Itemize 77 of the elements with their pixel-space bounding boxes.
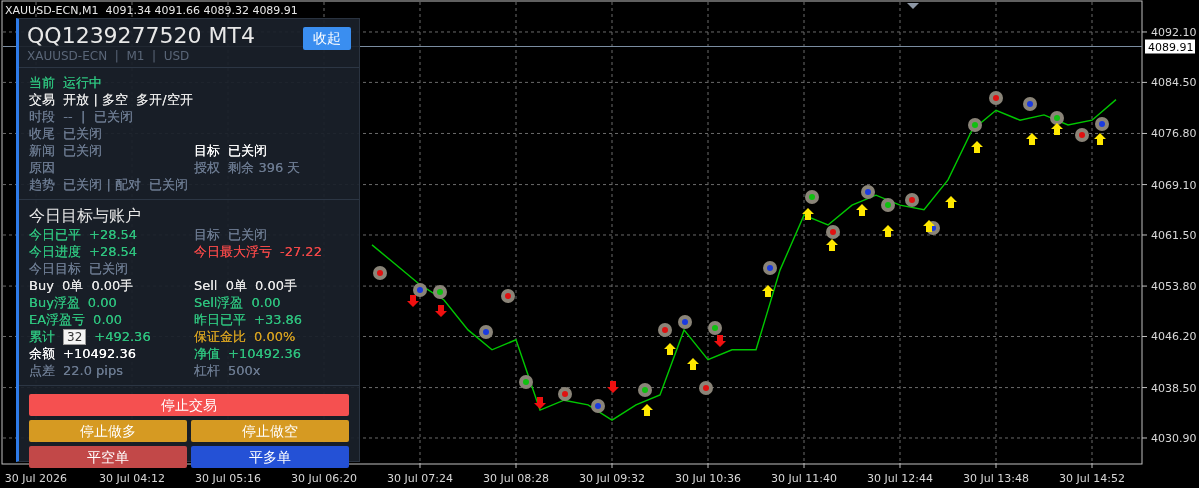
time-axis-label: 30 Jul 13:48 — [963, 472, 1029, 485]
price-axis-label: 4030.90 — [1151, 432, 1197, 445]
time-axis-label: 30 Jul 04:12 — [99, 472, 165, 485]
tooltip: 32 — [63, 328, 87, 345]
stat-value: 0.00 — [251, 294, 281, 311]
collapse-button[interactable]: 收起 — [303, 27, 351, 50]
stat-value: 已关闭 — [89, 260, 128, 277]
stat-value: 0.00% — [254, 328, 296, 345]
status-text: 当前 运行中 — [29, 74, 104, 91]
current-price-label: 4089.91 — [1145, 39, 1195, 54]
time-axis-label: 30 Jul 10:36 — [675, 472, 741, 485]
action-button[interactable]: 停止做空 — [191, 420, 349, 442]
stat-label: 余额 — [29, 345, 55, 362]
stat-label: 保证金比 — [194, 328, 246, 345]
time-axis-label: 30 Jul 05:16 — [195, 472, 261, 485]
stat-value: 0.00手 — [255, 277, 297, 294]
panel-title: QQ1239277520 MT4 — [27, 23, 255, 49]
stat-value: +28.54 — [89, 226, 138, 243]
price-axis-label: 4053.80 — [1151, 280, 1197, 294]
price-axis-label: 4046.20 — [1151, 330, 1197, 344]
stat-value: +10492.36 — [63, 345, 136, 362]
chart-symbol-header: XAUUSD-ECN,M1 4091.34 4091.66 4089.32 4089.91 — [5, 4, 298, 17]
action-button[interactable]: 平空单 — [29, 446, 187, 468]
stat-value: 已关闭 — [228, 226, 267, 243]
stat-label: 净值 — [194, 345, 220, 362]
time-axis-label: 30 Jul 12:44 — [867, 472, 933, 485]
action-button[interactable]: 平多单 — [191, 446, 349, 468]
price-axis-label: 4084.50 — [1151, 76, 1197, 90]
status-text: 新闻 已关闭 — [29, 142, 104, 159]
price-axis-label: 4061.50 — [1151, 229, 1197, 242]
stat-value: +28.54 — [89, 243, 138, 260]
stat-label: Buy浮盈 — [29, 294, 80, 311]
stat-label: 目标 — [194, 226, 220, 243]
action-button[interactable]: 停止交易 — [29, 394, 349, 416]
stat-label: 累计 — [29, 328, 55, 345]
action-button[interactable]: 停止做多 — [29, 420, 187, 442]
status-text: 交易 开放 | 多空 多开/空开 — [29, 91, 194, 108]
status-text: 收尾 已关闭 — [29, 125, 104, 142]
time-axis-label: 30 Jul 09:32 — [579, 472, 645, 485]
stat-value: +10492.36 — [228, 345, 301, 362]
stat-value: +492.36 — [94, 328, 151, 345]
status-text: 时段 -- | 已关闭 — [29, 108, 134, 125]
price-axis-label: 4076.80 — [1151, 127, 1197, 141]
panel-subtitle: XAUUSD-ECN | M1 | USD — [27, 49, 191, 63]
time-axis-label: 30 Jul 2026 — [4, 472, 68, 485]
time-axis-label: 30 Jul 11:40 — [771, 472, 837, 485]
stat-value: -27.22 — [280, 243, 322, 260]
stat-label: Buy 0单 — [29, 277, 84, 294]
stat-label: 点差 — [29, 362, 55, 379]
stat-label: 杠杆 — [194, 362, 220, 379]
time-axis-label: 30 Jul 08:28 — [483, 472, 549, 485]
section-heading: 今日目标与账户 — [29, 206, 142, 226]
status-text: 原因 — [29, 159, 56, 176]
stat-value: 0.00 — [87, 294, 117, 311]
stat-label: Sell浮盈 — [194, 294, 244, 311]
time-axis-label: 30 Jul 06:20 — [291, 472, 357, 485]
stat-label: 今日最大浮亏 — [194, 243, 272, 260]
stat-label: Sell 0单 — [194, 277, 247, 294]
stat-label: 今日进度 — [29, 243, 81, 260]
stat-label: 今日已平 — [29, 226, 81, 243]
triangle-icon[interactable] — [907, 3, 919, 9]
stat-value: 0.00手 — [91, 277, 134, 294]
stat-label: 昨日已平 — [194, 311, 246, 328]
price-axis-label: 4069.10 — [1151, 178, 1197, 192]
time-axis-label: 30 Jul 14:52 — [1059, 472, 1125, 485]
price-axis-label: 4038.50 — [1151, 381, 1197, 395]
status-text: 目标 已关闭 — [194, 142, 269, 159]
status-text: 授权 剩余 396 天 — [194, 159, 302, 176]
stat-value: +33.86 — [254, 311, 303, 328]
stat-label: 今日目标 — [29, 260, 81, 277]
stat-value: 500x — [228, 362, 261, 379]
stat-value: 22.0 pips — [63, 362, 123, 379]
price-axis-label: 4092.10 — [1151, 26, 1197, 39]
stat-label: EA浮盈亏 — [29, 311, 86, 328]
stat-value: 0.00 — [93, 311, 123, 328]
time-axis-label: 30 Jul 07:24 — [387, 472, 453, 485]
status-text: 趋势 已关闭 | 配对 已关闭 — [29, 176, 190, 193]
